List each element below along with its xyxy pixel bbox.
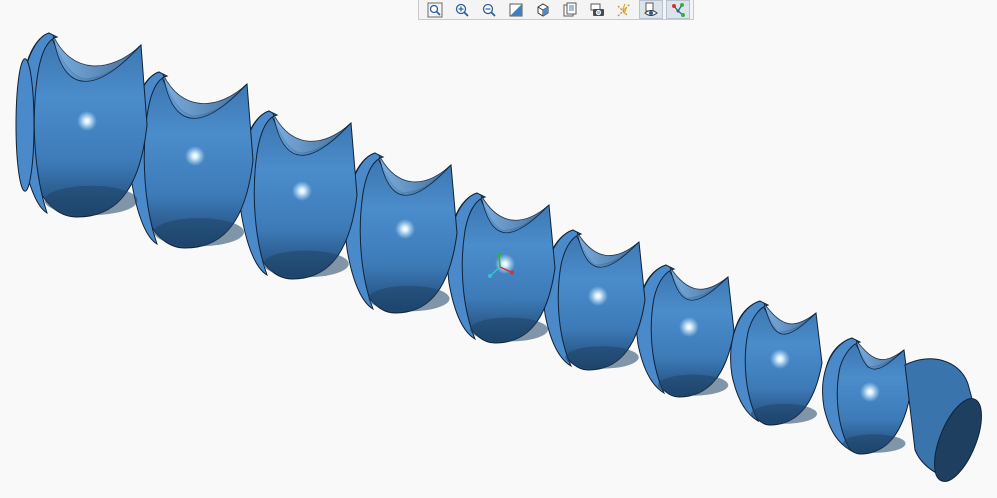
segment-shadow bbox=[154, 218, 244, 247]
auger-flight-segment bbox=[19, 32, 148, 218]
specular-highlight bbox=[679, 317, 699, 337]
spin-center-button[interactable] bbox=[665, 0, 690, 19]
segment-shadow bbox=[263, 250, 349, 278]
named-views-button[interactable] bbox=[558, 0, 582, 19]
z-axis-tip bbox=[488, 274, 492, 278]
auger-flight-segment bbox=[129, 71, 254, 249]
snapshot-camera-button[interactable] bbox=[585, 0, 609, 19]
y-axis-tip bbox=[497, 253, 501, 257]
auger-flight-segment bbox=[345, 152, 458, 314]
segment-shadow bbox=[368, 285, 450, 312]
shading-icon bbox=[509, 3, 522, 16]
zoom-in-icon bbox=[455, 3, 469, 17]
specular-highlight bbox=[860, 382, 880, 402]
visibility-button[interactable] bbox=[638, 0, 663, 19]
datum-display-icon bbox=[617, 3, 630, 16]
x-axis-tip bbox=[510, 270, 514, 275]
model-canvas[interactable] bbox=[0, 0, 997, 494]
specular-highlight bbox=[185, 146, 205, 166]
specular-highlight bbox=[770, 349, 790, 369]
graphics-viewport[interactable] bbox=[0, 0, 997, 494]
zoom-in-button[interactable] bbox=[450, 0, 474, 19]
named-views-icon bbox=[563, 2, 576, 16]
auger-screw-model[interactable] bbox=[15, 32, 991, 488]
left-end-face bbox=[15, 58, 35, 192]
datum-display-button[interactable] bbox=[612, 0, 636, 19]
specular-highlight bbox=[77, 111, 97, 131]
segment-shadow bbox=[842, 434, 906, 453]
zoom-fit-icon bbox=[427, 2, 442, 17]
segment-shadow bbox=[657, 374, 729, 396]
segment-shadow bbox=[470, 317, 548, 342]
view-toolbar bbox=[418, 0, 694, 20]
auger-flight-segment bbox=[543, 229, 646, 371]
zoom-out-button[interactable] bbox=[477, 0, 501, 19]
snapshot-camera-icon bbox=[590, 3, 604, 16]
y-axis-line bbox=[498, 255, 501, 268]
specular-highlight bbox=[395, 219, 415, 239]
auger-flight-segment bbox=[239, 110, 358, 280]
spin-center-icon bbox=[671, 2, 685, 17]
shading-button[interactable] bbox=[504, 0, 528, 19]
view-cube-icon bbox=[537, 2, 548, 17]
auger-flight-segment bbox=[636, 264, 735, 398]
visibility-icon bbox=[643, 2, 658, 16]
auger-flight-segment bbox=[730, 300, 823, 426]
specular-highlight bbox=[588, 286, 608, 306]
zoom-out-icon bbox=[482, 3, 496, 17]
segment-shadow bbox=[565, 346, 639, 369]
specular-highlight bbox=[292, 181, 312, 201]
segment-shadow bbox=[751, 403, 817, 424]
segment-shadow bbox=[44, 185, 138, 216]
view-cube-button[interactable] bbox=[531, 0, 555, 19]
zoom-fit-button[interactable] bbox=[423, 0, 447, 19]
auger-flight-segment bbox=[822, 337, 911, 455]
